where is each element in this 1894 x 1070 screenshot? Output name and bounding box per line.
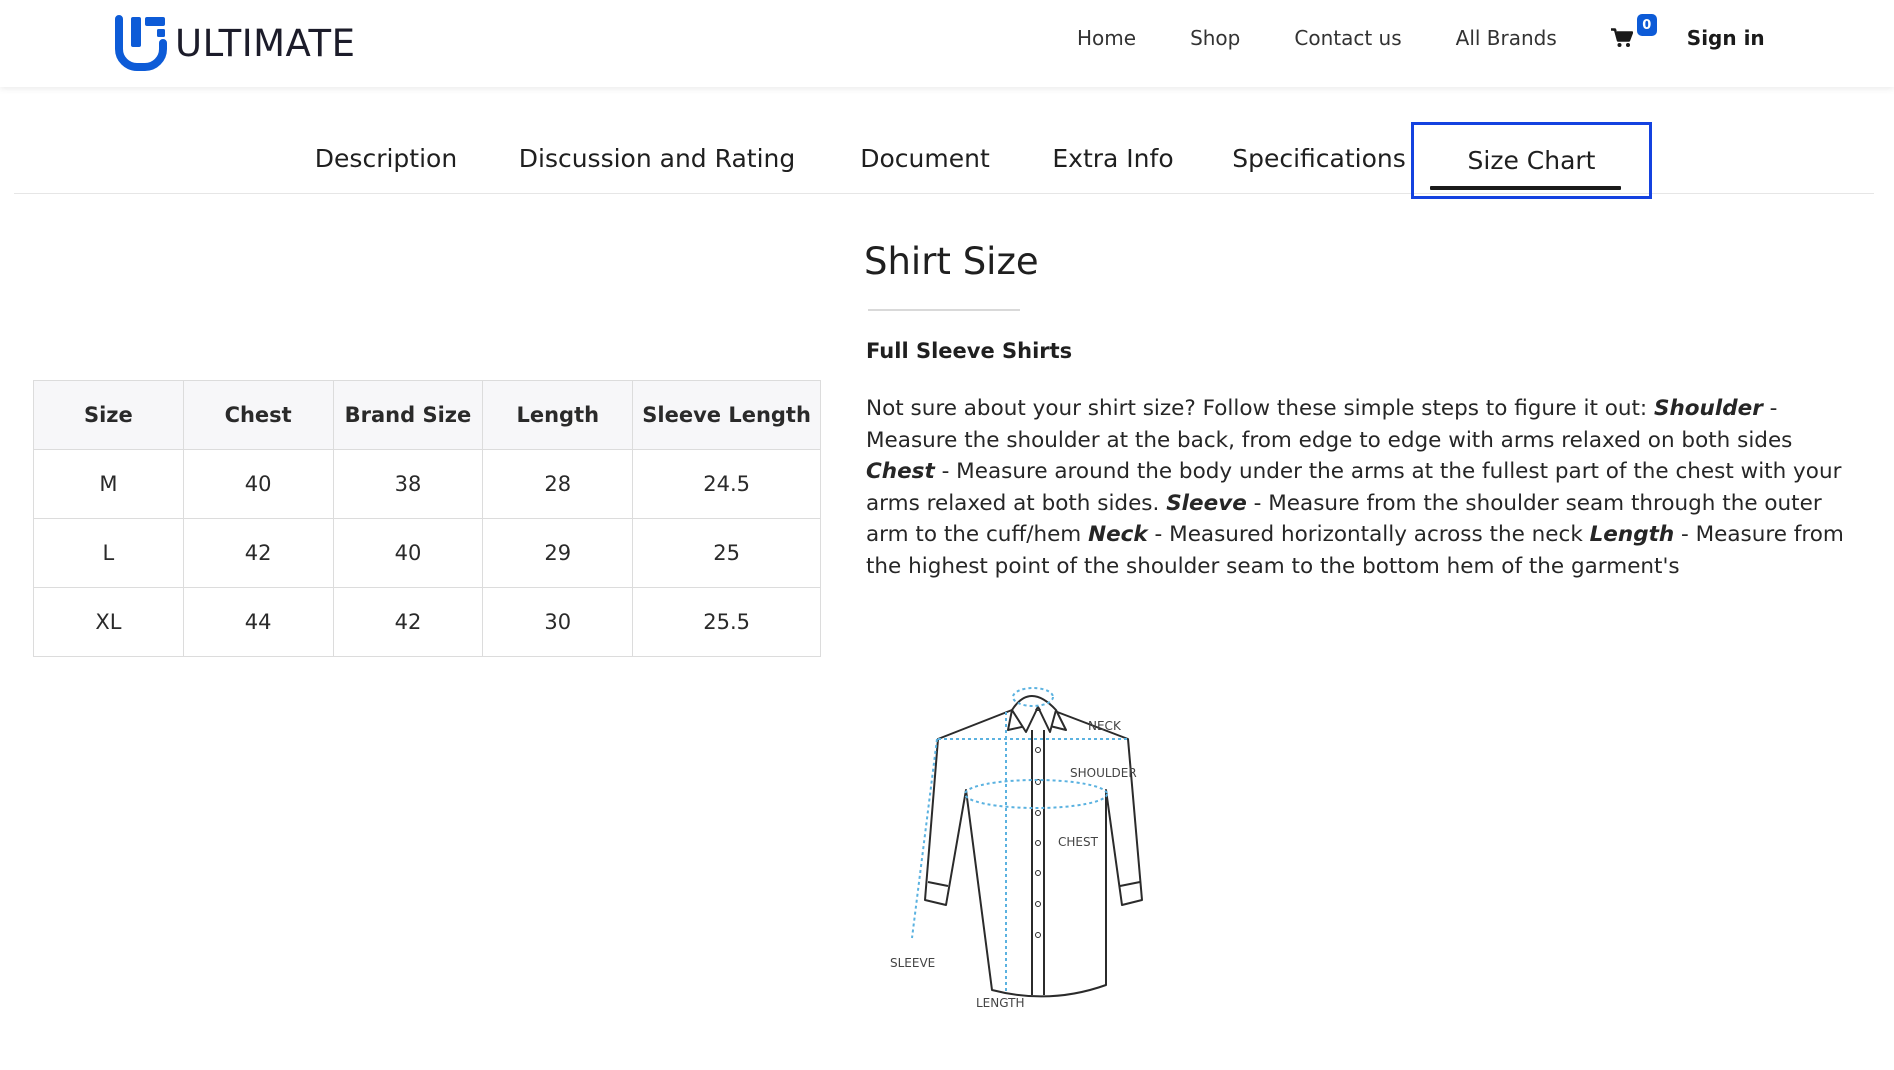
neck-label: Neck bbox=[1088, 522, 1148, 547]
instructions-intro: Not sure about your shirt size? Follow t… bbox=[866, 396, 1654, 421]
tab-extra-info[interactable]: Extra Info bbox=[1044, 122, 1182, 194]
product-tabs: Description Discussion and Rating Docume… bbox=[14, 122, 1874, 199]
neck-text: - Measured horizontally across the neck bbox=[1147, 522, 1590, 547]
table-cell: XL bbox=[33, 587, 184, 657]
measurement-instructions: Not sure about your shirt size? Follow t… bbox=[866, 393, 1856, 582]
column-header-sleeve-length: Sleeve Length bbox=[632, 380, 821, 450]
table-cell: 28 bbox=[482, 449, 634, 519]
table-cell: 42 bbox=[182, 518, 334, 588]
table-row: M 40 38 28 24.5 bbox=[33, 449, 821, 519]
diagram-label-chest: CHEST bbox=[1058, 835, 1099, 849]
tab-discussion-and-rating[interactable]: Discussion and Rating bbox=[510, 122, 804, 194]
table-cell: M bbox=[33, 449, 184, 519]
diagram-label-shoulder: SHOULDER bbox=[1070, 766, 1137, 780]
tab-size-chart[interactable]: Size Chart bbox=[1411, 122, 1652, 199]
table-cell: 25 bbox=[632, 518, 821, 588]
section-subheading: Full Sleeve Shirts bbox=[866, 339, 1073, 363]
column-header-brand-size: Brand Size bbox=[332, 380, 484, 450]
main-nav: Home Shop Contact us All Brands 0 Sign i… bbox=[1077, 0, 1765, 76]
cart-count-badge: 0 bbox=[1636, 14, 1657, 36]
diagram-label-length: LENGTH bbox=[976, 996, 1024, 1010]
column-header-length: Length bbox=[482, 380, 634, 450]
sleeve-label: Sleeve bbox=[1166, 490, 1247, 516]
size-chart-table: Size Chest Brand Size Length Sleeve Leng… bbox=[33, 380, 821, 657]
ultimate-logo-icon bbox=[115, 15, 167, 71]
table-row: XL 44 42 30 25.5 bbox=[33, 587, 821, 657]
tab-document[interactable]: Document bbox=[843, 122, 1007, 194]
brand-logo[interactable]: ULTIMATE bbox=[113, 15, 355, 71]
table-cell: 42 bbox=[332, 587, 484, 657]
shirt-measurement-diagram: NECK SHOULDER CHEST SLEEVE LENGTH bbox=[890, 687, 1143, 1010]
title-divider bbox=[868, 309, 1020, 311]
table-cell: 29 bbox=[482, 518, 634, 588]
table-cell: L bbox=[33, 518, 184, 588]
cart-button[interactable]: 0 bbox=[1610, 14, 1657, 48]
nav-shop[interactable]: Shop bbox=[1190, 26, 1240, 50]
table-cell: 30 bbox=[482, 587, 634, 657]
tab-description[interactable]: Description bbox=[300, 122, 472, 194]
table-cell: 44 bbox=[182, 587, 334, 657]
nav-home[interactable]: Home bbox=[1077, 26, 1136, 50]
shoulder-label: Shoulder bbox=[1654, 396, 1763, 421]
table-cell: 40 bbox=[332, 518, 484, 588]
table-cell: 24.5 bbox=[632, 449, 821, 519]
table-header-row: Size Chest Brand Size Length Sleeve Leng… bbox=[33, 380, 821, 450]
section-title: Shirt Size bbox=[864, 240, 1039, 283]
column-header-chest: Chest bbox=[182, 380, 334, 450]
table-cell: 25.5 bbox=[632, 587, 821, 657]
length-label: Length bbox=[1589, 522, 1675, 547]
table-cell: 40 bbox=[182, 449, 334, 519]
nav-all-brands[interactable]: All Brands bbox=[1456, 26, 1557, 50]
tab-specifications[interactable]: Specifications bbox=[1219, 122, 1419, 194]
site-header: ULTIMATE Home Shop Contact us All Brands… bbox=[0, 0, 1894, 87]
diagram-label-sleeve: SLEEVE bbox=[890, 956, 935, 970]
shirt-outline-icon bbox=[924, 695, 1143, 998]
table-cell: 38 bbox=[332, 449, 484, 519]
diagram-label-neck: NECK bbox=[1088, 719, 1122, 733]
chest-label: Chest bbox=[866, 459, 935, 484]
shopping-cart-icon bbox=[1610, 28, 1633, 47]
brand-name: ULTIMATE bbox=[175, 21, 356, 65]
sign-in-link[interactable]: Sign in bbox=[1687, 26, 1765, 50]
nav-contact-us[interactable]: Contact us bbox=[1294, 26, 1401, 50]
table-row: L 42 40 29 25 bbox=[33, 518, 821, 588]
column-header-size: Size bbox=[33, 380, 184, 450]
